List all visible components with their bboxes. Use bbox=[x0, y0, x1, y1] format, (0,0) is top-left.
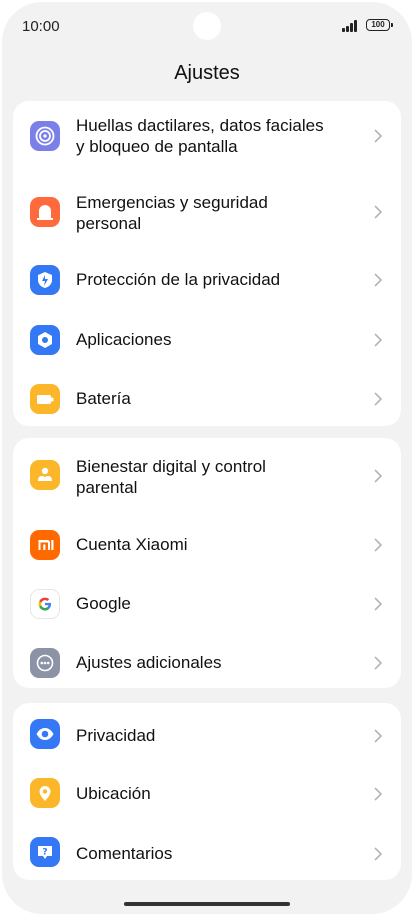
digital-wellbeing-icon bbox=[30, 460, 60, 490]
settings-group-accounts: Bienestar digital y control parental Cue… bbox=[13, 438, 401, 688]
fingerprint-icon bbox=[30, 121, 60, 151]
front-camera bbox=[193, 12, 221, 40]
page-title: Ajustes bbox=[174, 62, 240, 84]
settings-item-label: Cuenta Xiaomi bbox=[76, 535, 188, 554]
chevron-right-icon bbox=[373, 128, 383, 144]
home-indicator[interactable] bbox=[124, 902, 290, 906]
privacy-protection-icon bbox=[30, 265, 60, 295]
settings-item-privacy-protection[interactable]: Protección de la privacidad bbox=[13, 249, 401, 305]
chevron-right-icon bbox=[373, 728, 383, 744]
settings-item-label: Google bbox=[76, 594, 131, 613]
settings-item-label: Huellas dactilares, datos faciales y blo… bbox=[76, 116, 324, 156]
feedback-icon: ? bbox=[30, 837, 60, 867]
status-time: 10:00 bbox=[22, 18, 60, 35]
xiaomi-icon bbox=[30, 530, 60, 560]
eye-icon bbox=[30, 719, 60, 749]
settings-item-label: Privacidad bbox=[76, 726, 156, 745]
location-icon bbox=[30, 778, 60, 808]
status-bar: 10:00 100 bbox=[2, 2, 412, 48]
chevron-right-icon bbox=[373, 786, 383, 802]
google-icon bbox=[30, 589, 60, 619]
settings-item-apps[interactable]: Aplicaciones bbox=[13, 309, 401, 365]
settings-item-battery[interactable]: Batería bbox=[13, 368, 401, 424]
chevron-right-icon bbox=[373, 272, 383, 288]
battery-status-icon: 100 bbox=[366, 19, 393, 31]
settings-item-emergency[interactable]: Emergencias y seguridad personal bbox=[13, 175, 401, 245]
settings-item-label: Bienestar digital y control parental bbox=[76, 457, 266, 497]
chevron-right-icon bbox=[373, 332, 383, 348]
settings-item-label: Comentarios bbox=[76, 844, 173, 863]
settings-item-privacy[interactable]: Privacidad bbox=[13, 705, 401, 761]
settings-item-location[interactable]: Ubicación bbox=[13, 764, 401, 820]
battery-icon bbox=[30, 384, 60, 414]
apps-icon bbox=[30, 325, 60, 355]
settings-item-xiaomi-account[interactable]: Cuenta Xiaomi bbox=[13, 516, 401, 572]
settings-item-fingerprint[interactable]: Huellas dactilares, datos faciales y blo… bbox=[13, 101, 401, 171]
chevron-right-icon bbox=[373, 655, 383, 671]
chevron-right-icon bbox=[373, 596, 383, 612]
svg-text:?: ? bbox=[42, 848, 47, 858]
settings-item-label: Ajustes adicionales bbox=[76, 653, 222, 672]
settings-item-label: Protección de la privacidad bbox=[76, 270, 281, 289]
chevron-right-icon bbox=[373, 468, 383, 484]
settings-item-additional-settings[interactable]: Ajustes adicionales bbox=[13, 634, 401, 688]
signal-icon bbox=[342, 20, 360, 32]
chevron-right-icon bbox=[373, 391, 383, 407]
settings-item-feedback[interactable]: ? Comentarios bbox=[13, 823, 401, 880]
more-settings-icon bbox=[30, 648, 60, 678]
chevron-right-icon bbox=[373, 204, 383, 220]
settings-item-label: Aplicaciones bbox=[76, 330, 172, 349]
chevron-right-icon bbox=[373, 537, 383, 553]
emergency-icon bbox=[30, 197, 60, 227]
settings-item-label: Emergencias y seguridad personal bbox=[76, 193, 268, 233]
battery-level: 100 bbox=[371, 20, 385, 29]
settings-item-label: Batería bbox=[76, 389, 131, 408]
settings-group-security: Huellas dactilares, datos faciales y blo… bbox=[13, 101, 401, 426]
settings-item-google[interactable]: Google bbox=[13, 575, 401, 631]
chevron-right-icon bbox=[373, 846, 383, 862]
settings-item-label: Ubicación bbox=[76, 784, 151, 803]
settings-group-privacy: Privacidad Ubicación ? Comentarios bbox=[13, 703, 401, 880]
settings-item-digital-wellbeing[interactable]: Bienestar digital y control parental bbox=[13, 438, 401, 512]
phone-screen: 10:00 100 Ajustes Huellas dactilares, da… bbox=[2, 2, 412, 914]
